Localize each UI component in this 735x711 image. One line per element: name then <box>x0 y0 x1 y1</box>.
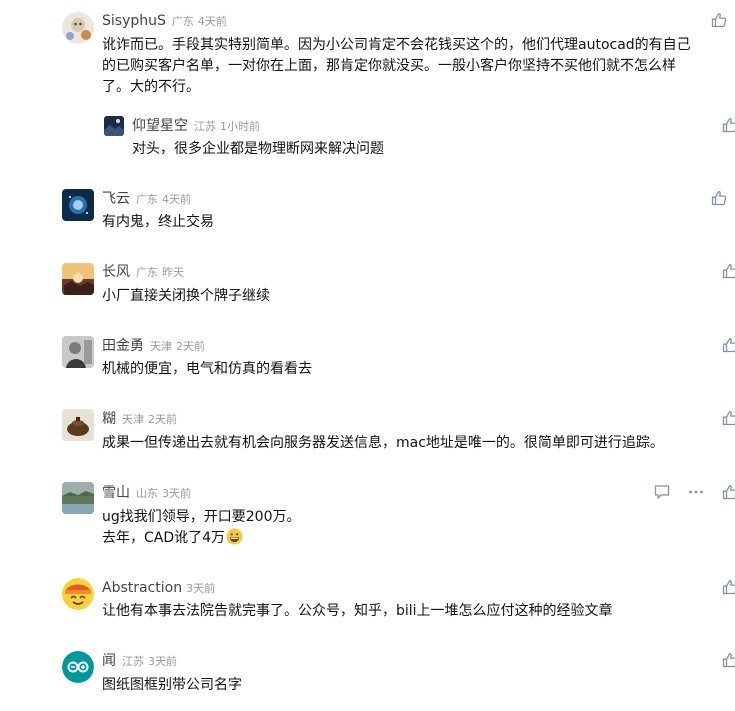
comment-meta: 雪山 山东 3天前 <box>102 482 191 502</box>
avatar[interactable] <box>62 409 94 441</box>
comment-meta: Abstraction 3天前 <box>102 577 215 597</box>
comment-meta: SisyphuS 广东 4天前 <box>102 10 227 30</box>
avatar[interactable] <box>62 12 94 44</box>
author-location: 天津 <box>122 413 144 426</box>
comment-text: 有内鬼，终止交易 <box>102 214 214 230</box>
like-button[interactable] <box>722 263 735 279</box>
thumbs-up-icon <box>722 579 735 595</box>
like-button[interactable] <box>722 484 735 500</box>
comment-time: 2天前 <box>176 340 205 353</box>
avatar[interactable] <box>62 578 94 610</box>
author-location: 广东 <box>136 193 158 206</box>
comment-time: 3天前 <box>148 655 177 668</box>
comment-text: 讹诈而已。手段其实特别简单。因为小公司肯定不会花钱买这个的，他们代理autoca… <box>102 35 727 98</box>
reply-text: 对头，很多企业都是物理断网来解决问题 <box>132 141 384 157</box>
comment-time: 昨天 <box>162 266 184 279</box>
avatar[interactable] <box>62 651 94 683</box>
like-button[interactable] <box>711 190 727 206</box>
author-name[interactable]: 闻 <box>102 653 116 669</box>
reply-like-button[interactable] <box>722 117 735 133</box>
author-location: 山东 <box>136 487 158 500</box>
comment-text: 让他有本事去法院告就完事了。公众号，知乎，bili上一堆怎么应付这种的经验文章 <box>102 603 613 619</box>
more-button[interactable] <box>687 483 705 501</box>
comment-text: 图纸图框别带公司名字 <box>102 677 242 693</box>
comment-text-line: 去年，CAD讹了4万 <box>102 528 727 549</box>
thumbs-up-icon <box>722 263 735 279</box>
like-button[interactable] <box>711 12 727 28</box>
comment-meta: 长风 广东 昨天 <box>102 261 184 281</box>
like-button[interactable] <box>722 337 735 353</box>
author-name[interactable]: 飞云 <box>102 191 130 207</box>
reply-button[interactable] <box>653 483 671 501</box>
comment-text: 成果一但传递出去就有机会向服务器发送信息，mac地址是唯一的。很简单即可进行追踪… <box>102 435 664 451</box>
avatar[interactable] <box>62 263 94 295</box>
comment-list: SisyphuS 广东 4天前 讹诈而已。手段其实特别简单。因为小公司肯定不会花钱买… <box>0 0 735 711</box>
comment-text: 机械的便宜，电气和仿真的看看去 <box>102 361 312 377</box>
avatar[interactable] <box>62 482 94 514</box>
author-name[interactable]: 糊 <box>102 411 116 427</box>
like-button[interactable] <box>722 410 735 426</box>
author-location: 江苏 <box>122 655 144 668</box>
comment-time: 2天前 <box>148 413 177 426</box>
thumbs-up-icon <box>722 652 735 668</box>
comment-bubble-icon <box>654 485 670 499</box>
author-name[interactable]: 雪山 <box>102 485 130 501</box>
comment-time: 4天前 <box>197 15 227 28</box>
author-name[interactable]: SisyphuS <box>102 13 166 29</box>
thumbs-up-icon <box>722 484 735 500</box>
reply-author-name[interactable]: 仰望星空 <box>132 118 188 134</box>
like-button[interactable] <box>722 652 735 668</box>
comment-time: 3天前 <box>186 582 216 595</box>
comment-meta: 糊天津 2天前 <box>102 408 177 428</box>
thumbs-up-icon <box>722 117 735 133</box>
comment-text-line: ug找我们领导，开口要200万。 <box>102 509 301 525</box>
author-name[interactable]: 田金勇 <box>102 338 144 354</box>
reply-avatar[interactable] <box>104 116 124 136</box>
comment-time: 3天前 <box>162 487 191 500</box>
comment-text-line: 的已购买客户名单，一对你在上面，那肯定你就没买。一般小客户你坚持不买他们就不怎么… <box>102 58 676 74</box>
author-name[interactable]: Abstraction <box>102 580 182 596</box>
reply-meta: 仰望星空 江苏 1小时前 <box>132 115 260 135</box>
grinning-face-emoji <box>226 528 243 545</box>
comment-text: ug找我们领导，开口要200万。 去年，CAD讹了4万 <box>102 507 727 549</box>
avatar[interactable] <box>62 336 94 368</box>
author-location: 广东 <box>171 15 194 28</box>
more-dots-icon <box>689 490 703 494</box>
thumbs-up-icon <box>722 410 735 426</box>
comment-text: 小厂直接关闭换个牌子继续 <box>102 288 270 304</box>
comment-meta: 田金勇 天津 2天前 <box>102 335 205 355</box>
reply-author-location: 江苏 <box>194 120 216 133</box>
avatar[interactable] <box>62 189 94 221</box>
thumbs-up-icon <box>711 190 727 206</box>
thumbs-up-icon <box>711 12 727 28</box>
reply-time: 1小时前 <box>220 120 260 133</box>
thumbs-up-icon <box>722 337 735 353</box>
comment-text-line: 讹诈而已。手段其实特别简单。因为小公司肯定不会花钱买这个的，他们代理autoca… <box>102 37 691 53</box>
comment-meta: 飞云 广东 4天前 <box>102 188 191 208</box>
author-location: 天津 <box>150 340 172 353</box>
author-name[interactable]: 长风 <box>102 264 130 280</box>
author-location: 广东 <box>136 266 158 279</box>
like-button[interactable] <box>722 579 735 595</box>
comment-time: 4天前 <box>162 193 191 206</box>
comment-meta: 闻江苏 3天前 <box>102 650 177 670</box>
comment-text-line: 了。大的不行。 <box>102 79 200 95</box>
